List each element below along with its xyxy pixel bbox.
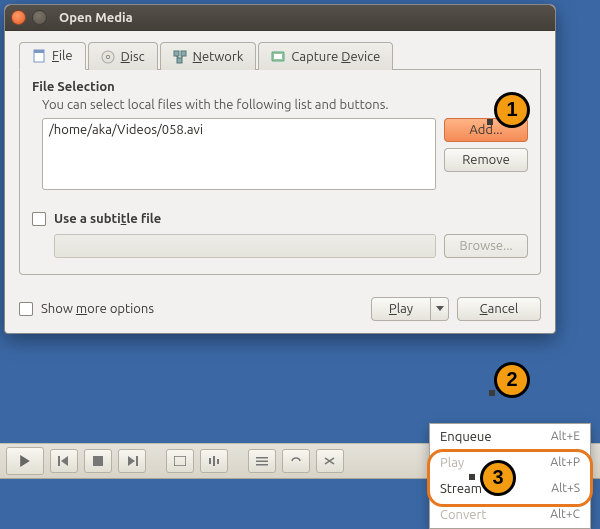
subtitle-checkbox[interactable]	[32, 212, 46, 226]
play-split-button: Play	[371, 297, 449, 321]
dd-item-enqueue[interactable]: EnqueueAlt+E	[430, 424, 590, 450]
network-icon	[173, 50, 187, 64]
dd-item-convert[interactable]: ConvertAlt+C	[430, 502, 590, 528]
close-icon[interactable]	[11, 10, 26, 25]
disc-icon	[101, 50, 115, 64]
subtitle-label: Use a subtitle file	[54, 212, 161, 226]
next-button[interactable]	[118, 449, 146, 473]
playlist-button[interactable]	[248, 449, 276, 473]
callout-1: 1	[494, 92, 530, 128]
show-more-label: Show more options	[41, 302, 154, 316]
tab-file[interactable]: File	[19, 42, 86, 70]
chevron-down-icon	[436, 306, 444, 312]
titlebar: Open Media	[5, 5, 555, 31]
settings-button[interactable]	[200, 449, 228, 473]
section-title: File Selection	[32, 80, 528, 94]
file-icon	[32, 49, 46, 63]
callout-2-tail	[489, 390, 495, 396]
play-dropdown-toggle[interactable]	[431, 297, 449, 321]
play-button[interactable]	[6, 447, 44, 475]
callout-2: 2	[494, 362, 530, 398]
subtitle-input	[54, 234, 436, 258]
browse-button: Browse...	[444, 234, 528, 258]
tab-bar: File Disc Network Capture Device	[19, 41, 541, 70]
section-hint: You can select local files with the foll…	[42, 98, 528, 112]
window-title: Open Media	[59, 11, 133, 25]
open-media-dialog: Open Media File Disc Network	[4, 4, 556, 334]
play-button-main[interactable]: Play	[371, 297, 431, 321]
file-panel: File Selection You can select local file…	[19, 70, 541, 275]
fullscreen-button[interactable]	[166, 449, 194, 473]
minimize-icon[interactable]	[32, 10, 47, 25]
tab-network[interactable]: Network	[160, 42, 257, 70]
tab-disc[interactable]: Disc	[88, 42, 158, 70]
remove-button[interactable]: Remove	[444, 148, 528, 172]
show-more-checkbox[interactable]	[19, 302, 33, 316]
callout-1-tail	[487, 119, 493, 125]
dialog-footer: Show more options Play Cancel	[5, 289, 555, 333]
cancel-button[interactable]: Cancel	[457, 297, 541, 321]
callout-3: 3	[480, 460, 516, 496]
loop-button[interactable]	[282, 449, 310, 473]
stop-button[interactable]	[84, 449, 112, 473]
tab-capture[interactable]: Capture Device	[258, 42, 393, 70]
capture-icon	[271, 50, 285, 64]
prev-button[interactable]	[50, 449, 78, 473]
shuffle-button[interactable]	[316, 449, 344, 473]
callout-3-tail	[469, 474, 475, 480]
file-list[interactable]: /home/aka/Videos/058.avi	[42, 118, 436, 190]
file-list-item[interactable]: /home/aka/Videos/058.avi	[49, 123, 429, 137]
